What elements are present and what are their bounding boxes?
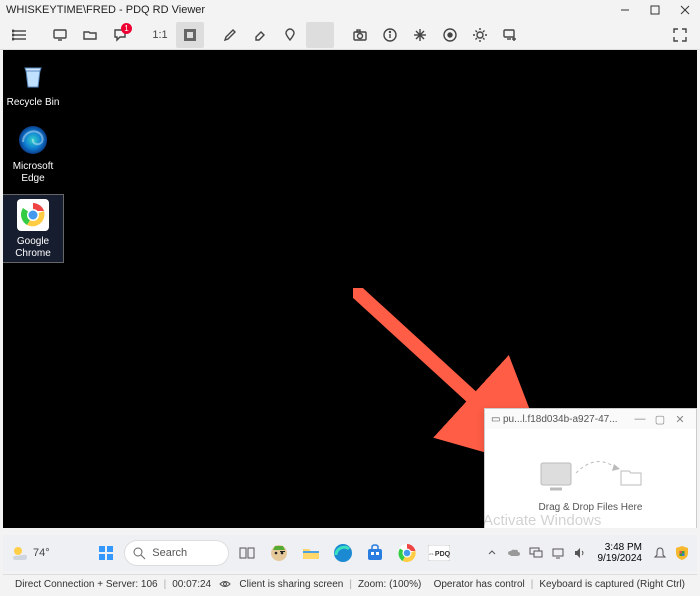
screen-plus-icon[interactable] bbox=[496, 22, 524, 48]
chat-badge: 1 bbox=[121, 23, 132, 34]
remote-desktop[interactable]: Recycle Bin Microsoft Edge Google Chrome… bbox=[3, 50, 697, 528]
taskbar-app-edge[interactable] bbox=[329, 539, 357, 567]
chrome-icon bbox=[15, 197, 51, 233]
taskbar[interactable]: 74° Search ⇔PDQ 3:48 PM 9/19/2024 bbox=[3, 535, 697, 571]
tray-display-icon[interactable] bbox=[527, 539, 545, 567]
weather-temp: 74° bbox=[33, 547, 50, 559]
eraser-icon[interactable] bbox=[246, 22, 274, 48]
taskbar-app-store[interactable] bbox=[361, 539, 389, 567]
tray-notifications-icon[interactable] bbox=[651, 539, 669, 567]
system-tray[interactable]: 3:48 PM 9/19/2024 bbox=[483, 539, 698, 567]
popup-minimize-button[interactable]: — bbox=[630, 413, 650, 425]
taskbar-app-pirate[interactable] bbox=[265, 539, 293, 567]
chat-icon[interactable]: 1 bbox=[106, 22, 134, 48]
search-icon bbox=[133, 547, 146, 560]
tray-chevron-icon[interactable] bbox=[483, 539, 501, 567]
cursor-icon[interactable] bbox=[306, 22, 334, 48]
taskbar-app-explorer[interactable] bbox=[297, 539, 325, 567]
tray-volume-icon[interactable] bbox=[571, 539, 589, 567]
desktop-icon-chrome[interactable]: Google Chrome bbox=[3, 195, 63, 262]
file-transfer-popup[interactable]: ▭ pu...l.f18d034b-a927-47... — ▢ ✕ Activ… bbox=[484, 408, 697, 528]
tray-onedrive-icon[interactable] bbox=[505, 539, 523, 567]
taskbar-clock[interactable]: 3:48 PM 9/19/2024 bbox=[593, 542, 648, 564]
camera-icon[interactable] bbox=[346, 22, 374, 48]
record-icon[interactable] bbox=[436, 22, 464, 48]
popup-app-icon: ▭ bbox=[491, 414, 503, 425]
drop-label: Drag & Drop Files Here bbox=[539, 502, 643, 513]
status-connection: Direct Connection + Server: 106 bbox=[9, 579, 164, 590]
activate-windows-watermark: Activate Windows Go to Settings to activ… bbox=[483, 514, 653, 528]
folder-icon[interactable] bbox=[76, 22, 104, 48]
weather-widget[interactable]: 74° bbox=[3, 544, 63, 562]
status-sharing: Client is sharing screen bbox=[233, 579, 349, 590]
minimize-button[interactable] bbox=[610, 0, 640, 20]
popup-close-button[interactable]: ✕ bbox=[670, 413, 690, 426]
info-icon[interactable] bbox=[376, 22, 404, 48]
display-icon[interactable] bbox=[46, 22, 74, 48]
status-zoom: Zoom: (100%) bbox=[352, 579, 427, 590]
toolbar: 1 1:1 bbox=[0, 20, 700, 50]
edge-icon bbox=[15, 122, 51, 158]
status-keyboard: Keyboard is captured (Right Ctrl) bbox=[533, 579, 691, 590]
pin-icon[interactable] bbox=[276, 22, 304, 48]
menu-icon[interactable] bbox=[6, 22, 34, 48]
popup-maximize-button[interactable]: ▢ bbox=[650, 413, 670, 426]
popup-title: pu...l.f18d034b-a927-47... bbox=[503, 414, 630, 425]
zoom-11-button[interactable]: 1:1 bbox=[146, 22, 174, 48]
sharing-eye-icon bbox=[217, 578, 233, 590]
task-view-button[interactable] bbox=[233, 539, 261, 567]
popup-titlebar[interactable]: ▭ pu...l.f18d034b-a927-47... — ▢ ✕ bbox=[485, 409, 696, 429]
start-button[interactable] bbox=[92, 539, 120, 567]
pencil-icon[interactable] bbox=[216, 22, 244, 48]
close-button[interactable] bbox=[670, 0, 700, 20]
titlebar: WHISKEYTIME\FRED - PDQ RD Viewer bbox=[0, 0, 700, 20]
window-controls bbox=[610, 0, 700, 20]
weather-icon bbox=[11, 544, 29, 562]
svg-text:⇔PDQ: ⇔PDQ bbox=[428, 551, 450, 558]
status-operator: Operator has control bbox=[428, 579, 531, 590]
tray-network-icon[interactable] bbox=[549, 539, 567, 567]
statusbar: Direct Connection + Server: 106 | 00:07:… bbox=[3, 574, 697, 593]
popup-body[interactable]: Activate Windows Go to Settings to activ… bbox=[485, 429, 696, 528]
recycle-bin-icon bbox=[15, 58, 51, 94]
taskbar-app-chrome[interactable] bbox=[393, 539, 421, 567]
drag-drop-graphic bbox=[536, 453, 646, 496]
window-title: WHISKEYTIME\FRED - PDQ RD Viewer bbox=[6, 4, 610, 16]
gear-icon[interactable] bbox=[466, 22, 494, 48]
maximize-button[interactable] bbox=[640, 0, 670, 20]
taskbar-app-pdq[interactable]: ⇔PDQ bbox=[425, 539, 453, 567]
fullscreen-icon[interactable] bbox=[666, 22, 694, 48]
taskbar-search[interactable]: Search bbox=[124, 540, 229, 566]
desktop-icon-recycle-bin[interactable]: Recycle Bin bbox=[3, 58, 63, 109]
snowflake-icon[interactable] bbox=[406, 22, 434, 48]
status-elapsed: 00:07:24 bbox=[166, 579, 217, 590]
tray-security-icon[interactable] bbox=[673, 539, 691, 567]
fit-screen-icon[interactable] bbox=[176, 22, 204, 48]
desktop-icon-edge[interactable]: Microsoft Edge bbox=[3, 122, 63, 185]
